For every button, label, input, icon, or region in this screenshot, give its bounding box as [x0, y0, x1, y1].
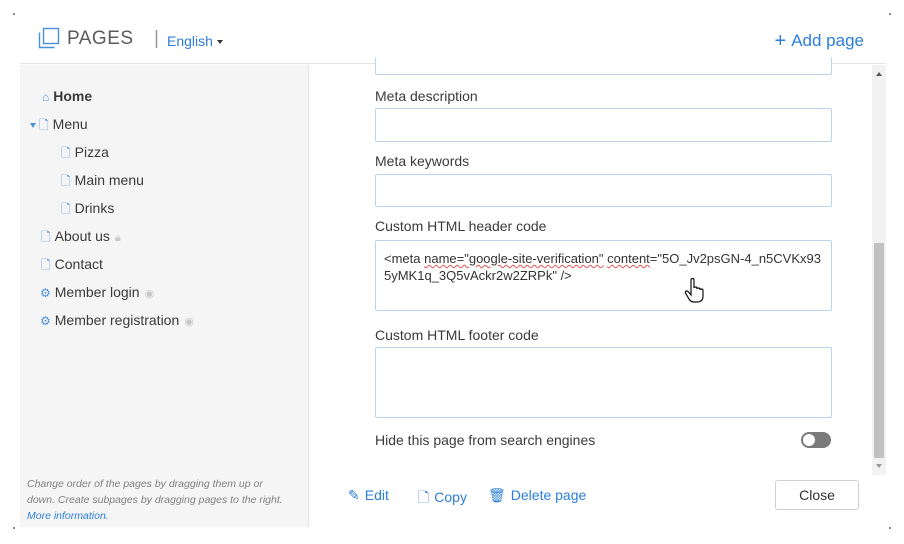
expand-caret-icon[interactable]	[30, 122, 36, 128]
sidebar-item-home[interactable]: ⌂ Home	[42, 88, 92, 104]
sidebar-item-member-login[interactable]: ⚙ Member login ◉	[40, 284, 154, 300]
gear-icon: ⚙	[40, 314, 51, 328]
copy-button[interactable]: 🗋 Copy	[418, 487, 467, 511]
close-button[interactable]: Close	[775, 480, 859, 510]
home-icon: ⌂	[42, 90, 50, 104]
meta-keywords-label: Meta keywords	[375, 153, 470, 169]
header-code-value: <meta name="google-site-verification" co…	[384, 251, 821, 283]
add-page-button[interactable]: + Add page	[775, 29, 864, 52]
sidebar-item-pizza[interactable]: 🗋 Pizza	[61, 144, 109, 165]
sidebar-item-menu[interactable]: 🗋 Menu	[30, 116, 88, 137]
toggle-knob	[803, 434, 815, 446]
corner-mark	[13, 13, 15, 15]
page-settings-panel: Meta description Meta keywords Custom HT…	[310, 57, 872, 475]
meta-description-label: Meta description	[375, 88, 478, 104]
sidebar-item-label: Contact	[54, 256, 103, 272]
hide-from-search-toggle[interactable]	[801, 432, 831, 448]
plus-icon: +	[774, 30, 787, 52]
language-label: English	[167, 33, 213, 49]
page-icon: 🗋	[41, 258, 51, 272]
edit-button[interactable]: ✎ Edit	[348, 487, 389, 504]
sidebar-item-about-us[interactable]: 🗋 About us 🔒︎	[41, 228, 121, 249]
pages-icon	[38, 27, 60, 49]
sidebar-item-label: About us	[54, 228, 110, 244]
copy-label: Copy	[434, 489, 467, 505]
footer-code-label: Custom HTML footer code	[375, 327, 539, 343]
page-icon: 🗋	[39, 118, 49, 132]
lock-icon: 🔒︎	[114, 232, 121, 244]
sidebar-item-main-menu[interactable]: 🗋 Main menu	[61, 172, 144, 193]
delete-label: Delete page	[510, 487, 587, 503]
hand-cursor-icon	[684, 278, 704, 303]
copy-icon: 🗋	[418, 489, 430, 505]
hide-from-search-label: Hide this page from search engines	[375, 432, 596, 448]
chevron-down-icon	[216, 40, 223, 45]
sidebar-item-label: Drinks	[74, 200, 115, 216]
meta-keywords-input[interactable]	[375, 174, 832, 207]
previous-field-input[interactable]	[375, 57, 832, 75]
sidebar-item-contact[interactable]: 🗋 Contact	[41, 256, 103, 277]
sidebar-item-member-registration[interactable]: ⚙ Member registration ◉	[40, 312, 194, 328]
page-icon: 🗋	[61, 174, 71, 188]
scrollbar-thumb[interactable]	[874, 243, 884, 458]
sidebar-item-label: Member login	[54, 284, 140, 300]
scroll-down-icon[interactable]	[876, 464, 882, 468]
language-dropdown[interactable]: English	[167, 33, 223, 49]
eye-icon: ◉	[144, 288, 155, 300]
sidebar-item-label: Member registration	[54, 312, 180, 328]
page-title: PAGES	[67, 28, 134, 49]
sidebar-item-label: Home	[53, 88, 93, 104]
help-text: Change order of the pages by dragging th…	[27, 478, 283, 506]
panel-footer: ✎ Edit 🗋 Copy 🗑︎ Delete page Close	[310, 475, 886, 527]
page-icon: 🗋	[61, 146, 71, 160]
edit-label: Edit	[364, 487, 389, 503]
sidebar-item-label: Menu	[52, 116, 88, 132]
page-icon: 🗋	[41, 230, 51, 244]
delete-page-button[interactable]: 🗑︎ Delete page	[488, 487, 586, 504]
sidebar-help-text: Change order of the pages by dragging th…	[27, 476, 283, 524]
sidebar-item-drinks[interactable]: 🗋 Drinks	[61, 200, 114, 221]
page-icon: 🗋	[61, 202, 71, 216]
corner-mark	[889, 13, 891, 15]
scroll-up-icon[interactable]	[876, 72, 882, 76]
footer-code-textarea[interactable]	[375, 347, 832, 418]
header-code-label: Custom HTML header code	[375, 218, 547, 234]
meta-description-input[interactable]	[375, 108, 832, 142]
gear-icon: ⚙	[40, 286, 51, 300]
sidebar-item-label: Pizza	[74, 144, 109, 160]
sidebar-item-label: Main menu	[74, 172, 144, 188]
corner-mark	[13, 527, 15, 529]
add-page-label: Add page	[791, 31, 864, 50]
pencil-icon: ✎	[348, 487, 360, 503]
trash-icon: 🗑︎	[488, 487, 506, 503]
eye-icon: ◉	[184, 316, 194, 328]
panel-scrollbar[interactable]	[872, 65, 886, 475]
more-information-link[interactable]: More information.	[27, 510, 109, 522]
title-separator: |	[154, 28, 159, 49]
header-code-textarea[interactable]: <meta name="google-site-verification" co…	[375, 240, 832, 311]
corner-mark	[889, 527, 891, 529]
